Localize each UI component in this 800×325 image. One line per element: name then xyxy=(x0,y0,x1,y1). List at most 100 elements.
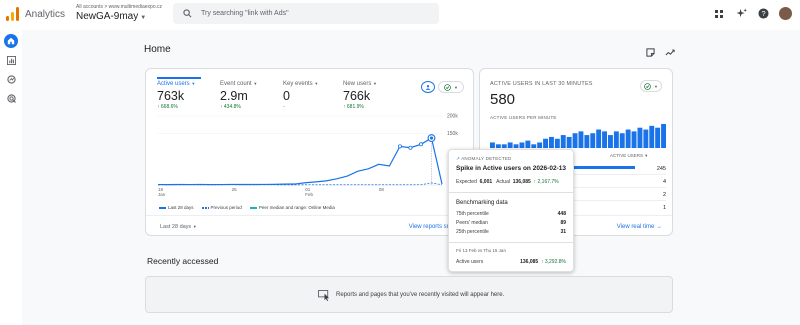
cursor-click-icon xyxy=(318,290,330,301)
minute-bar[interactable] xyxy=(507,142,513,148)
benchmark-row: 75th percentile 448 xyxy=(456,211,566,217)
bar-chart-icon[interactable] xyxy=(4,53,18,67)
metric-change: ↑ 681.9% xyxy=(343,104,364,110)
chevron-down-icon: ▼ xyxy=(192,224,197,229)
minute-bar[interactable] xyxy=(495,144,501,148)
realtime-title: ACTIVE USERS IN LAST 30 MINUTES xyxy=(490,81,593,87)
minute-bar[interactable] xyxy=(590,133,596,148)
metric-active-users[interactable]: Active users ▼ 763k ↑ 668.6% xyxy=(157,81,195,110)
metric-key-events[interactable]: Key events ▼ 0 - xyxy=(283,81,318,110)
y-tick-label: 150k xyxy=(447,131,458,137)
anomaly-tooltip: ↗ ANOMALY DETECTED Spike in Active users… xyxy=(448,149,574,272)
minute-bar[interactable] xyxy=(608,135,613,148)
data-point[interactable] xyxy=(397,144,402,149)
minute-bar[interactable] xyxy=(655,127,661,148)
explore-icon[interactable] xyxy=(4,72,18,86)
divider xyxy=(449,192,573,193)
table-header[interactable]: ACTIVE USERS ▼ xyxy=(610,153,648,158)
divider xyxy=(449,242,573,243)
analytics-logo-icon[interactable] xyxy=(6,7,20,21)
top-bar: Analytics All accounts > www.multimediae… xyxy=(0,0,800,30)
status-dropdown[interactable]: ▼ xyxy=(640,80,662,92)
benchmark-label: Peers' median xyxy=(456,220,488,226)
sparkle-icon[interactable] xyxy=(735,8,747,20)
row-value: 1 xyxy=(662,205,666,211)
minute-bar[interactable] xyxy=(625,129,631,148)
metric-label: Event count xyxy=(220,81,252,87)
minute-bar[interactable] xyxy=(554,138,560,148)
active-tab-indicator xyxy=(157,77,201,79)
minute-bar[interactable] xyxy=(531,144,537,148)
target-icon[interactable] xyxy=(4,91,18,105)
minute-bar[interactable] xyxy=(525,140,531,148)
insights-trend-icon[interactable] xyxy=(665,44,675,62)
metric-value: 0 xyxy=(283,89,290,103)
minute-bar[interactable] xyxy=(537,142,543,148)
apps-grid-icon[interactable] xyxy=(713,8,725,20)
minute-bar[interactable] xyxy=(643,129,649,148)
per-minute-bar-chart xyxy=(490,124,666,148)
check-circle-icon xyxy=(644,82,651,90)
date-range-label: Last 28 days xyxy=(160,224,192,230)
home-icon[interactable] xyxy=(4,34,18,48)
minute-bar[interactable] xyxy=(602,131,607,148)
metric-new-users[interactable]: New users ▼ 766k ↑ 681.9% xyxy=(343,81,377,110)
minute-bar[interactable] xyxy=(519,142,525,148)
minute-bar[interactable] xyxy=(584,135,590,148)
minute-bar[interactable] xyxy=(578,131,584,148)
minute-bar[interactable] xyxy=(543,138,548,148)
legend-label: Last 28 days xyxy=(168,205,194,210)
row-value: 245 xyxy=(656,166,666,172)
data-point[interactable] xyxy=(418,142,423,147)
minute-bar[interactable] xyxy=(596,129,602,148)
compare-users-button[interactable] xyxy=(421,81,435,93)
chevron-down-icon: ▼ xyxy=(654,83,658,89)
minute-bar[interactable] xyxy=(549,136,554,148)
search-bar[interactable]: Try searching "link with Ads" xyxy=(173,3,439,24)
minute-bar[interactable] xyxy=(513,144,519,148)
data-point[interactable] xyxy=(408,145,413,150)
view-realtime-label: View real time xyxy=(616,224,655,230)
people-icon xyxy=(425,84,431,90)
expected-actual-line: Expected 6,001 Actual 136,085 ↑ 2,167.7% xyxy=(456,179,559,185)
legend-item: Peer median and range: Online Media xyxy=(249,205,335,210)
minute-bar[interactable] xyxy=(613,131,619,148)
view-realtime-link[interactable]: View real time → xyxy=(617,224,662,230)
date-range-selector[interactable]: Last 28 days ▼ xyxy=(160,224,197,230)
minute-bar[interactable] xyxy=(631,131,637,148)
minute-bar[interactable] xyxy=(572,133,578,148)
realtime-value: 580 xyxy=(490,91,516,108)
help-icon[interactable]: ? xyxy=(757,8,769,20)
minute-bar[interactable] xyxy=(501,144,507,148)
minute-bar[interactable] xyxy=(490,142,495,148)
status-dropdown[interactable]: ▼ xyxy=(438,81,464,93)
account-breadcrumb[interactable]: All accounts > www.multimediaexpo.cz xyxy=(76,4,162,10)
check-circle-icon xyxy=(444,83,451,91)
metric-event-count[interactable]: Event count ▼ 2.9m ↑ 434.8% xyxy=(220,81,257,110)
benchmark-value: 89 xyxy=(560,220,566,226)
chevron-down-icon: ▼ xyxy=(454,84,458,90)
legend-label: Peer median and range: Online Media xyxy=(258,205,335,210)
customize-card-icon[interactable] xyxy=(646,44,655,62)
legend-item: Last 28 days xyxy=(159,205,194,210)
left-nav xyxy=(0,30,22,325)
minute-bar[interactable] xyxy=(661,124,666,148)
row-value: 2 xyxy=(662,192,666,198)
property-name: NewGA-9may xyxy=(76,11,139,22)
metric-change: ↑ 668.6% xyxy=(157,104,178,110)
x-tick-label: 25 xyxy=(232,187,238,192)
benchmark-title: Benchmarking data xyxy=(456,200,508,206)
anomaly-trend-icon: ↗ xyxy=(456,156,460,161)
minute-bar[interactable] xyxy=(637,127,643,148)
metric-change: ↑ 434.8% xyxy=(220,104,241,110)
section-title: Recently accessed xyxy=(147,256,219,266)
benchmark-value: 31 xyxy=(560,229,566,235)
minute-bar[interactable] xyxy=(560,135,566,148)
benchmark-label: 75th percentile xyxy=(456,211,489,217)
legend-label: Previous period xyxy=(210,205,242,210)
avatar[interactable] xyxy=(779,7,792,20)
minute-bar[interactable] xyxy=(566,136,572,148)
property-selector[interactable]: NewGA-9may ▼ xyxy=(76,11,146,22)
minute-bar[interactable] xyxy=(619,133,625,148)
minute-bar[interactable] xyxy=(649,125,655,148)
